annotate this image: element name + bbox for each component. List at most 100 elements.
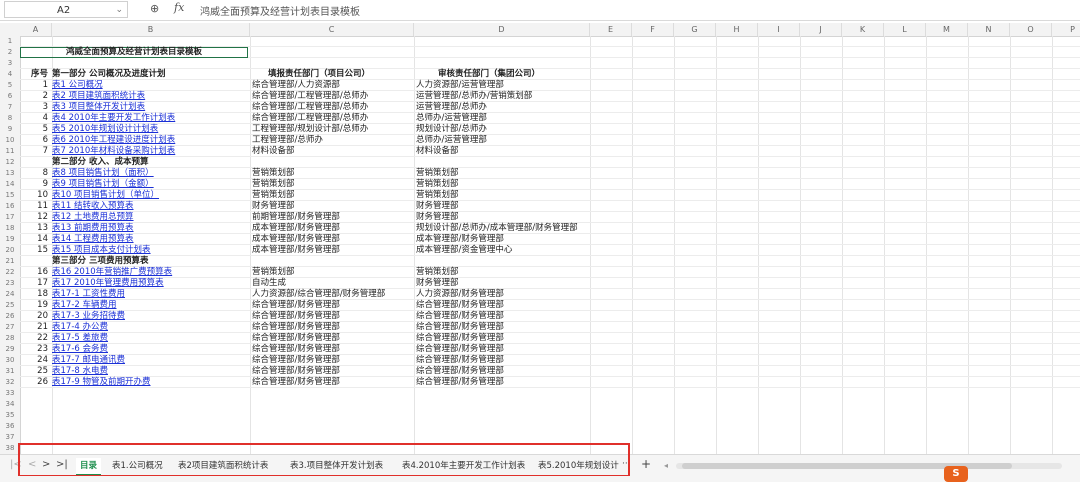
sheet-link[interactable]: 表15 项目成本支付计划表 (52, 245, 151, 256)
row-header[interactable]: 27 (0, 322, 20, 333)
row-header[interactable]: 5 (0, 80, 20, 91)
sheet-link[interactable]: 表6 2010年工程建设进度计划表 (52, 135, 175, 146)
sheet-grid[interactable]: 鸿威全面预算及经营计划表目录模板 序号 第一部分 公司概况及进度计划 填报责任部门（项… (20, 36, 1080, 454)
sheet-link[interactable]: 表17-2 车辆费用 (52, 300, 117, 311)
row-header[interactable]: 28 (0, 333, 20, 344)
row-header[interactable]: 7 (0, 102, 20, 113)
review-dept-cell: 规划设计部/总师办 (416, 124, 487, 134)
row-header[interactable]: 25 (0, 300, 20, 311)
row-header[interactable]: 21 (0, 256, 20, 267)
row-header[interactable]: 10 (0, 135, 20, 146)
row-header[interactable]: 33 (0, 388, 20, 399)
row-header[interactable]: 4 (0, 69, 20, 80)
row-header[interactable]: 31 (0, 366, 20, 377)
formula-content[interactable]: 鸿威全面预算及经营计划表目录模板 (200, 3, 360, 18)
column-header-l[interactable]: L (884, 23, 926, 36)
row-header[interactable]: 20 (0, 245, 20, 256)
sheet-link[interactable]: 表4 2010年主要开发工作计划表 (52, 113, 175, 124)
row-header[interactable]: 22 (0, 267, 20, 278)
row-header[interactable]: 9 (0, 124, 20, 135)
table-row: 第三部分 三项费用预算表 (20, 256, 1080, 267)
row-header[interactable]: 12 (0, 157, 20, 168)
sheet-link[interactable]: 表17-4 办公费 (52, 322, 108, 333)
column-header-k[interactable]: K (842, 23, 884, 36)
column-header-h[interactable]: H (716, 23, 758, 36)
row-header[interactable]: 34 (0, 399, 20, 410)
table-row: 2 表2 项目建筑面积统计表 综合管理部/工程管理部/总师办 运营管理部/总师办/营销… (20, 91, 1080, 102)
row-header[interactable]: 14 (0, 179, 20, 190)
sheet-link[interactable]: 表17-3 业务招待费 (52, 311, 125, 322)
row-header[interactable]: 16 (0, 201, 20, 212)
sheet-link[interactable]: 表16 2010年营销推广费预算表 (52, 267, 172, 278)
row-header[interactable]: 23 (0, 278, 20, 289)
table-row: 16 表16 2010年营销推广费预算表 营销策划部 营销策划部 (20, 267, 1080, 278)
horizontal-scrollbar[interactable] (676, 463, 1062, 469)
column-header-j[interactable]: J (800, 23, 842, 36)
column-header-c[interactable]: C (250, 23, 414, 36)
sheet-link[interactable]: 表12 土地费用总预算 (52, 212, 134, 223)
column-header-n[interactable]: N (968, 23, 1010, 36)
table-row: 25 表17-8 水电费 综合管理部/财务管理部 综合管理部/财务管理部 (20, 366, 1080, 377)
scroll-left-icon[interactable]: ◂ (664, 461, 668, 470)
row-header[interactable]: 19 (0, 234, 20, 245)
sheet-link[interactable]: 表17-9 物管及前期开办费 (52, 377, 151, 388)
sheet-link[interactable]: 表17-8 水电费 (52, 366, 108, 377)
table-row: 1 表1 公司概况 综合管理部/人力资源部 人力资源部/运营管理部 (20, 80, 1080, 91)
column-header-f[interactable]: F (632, 23, 674, 36)
review-dept-cell: 财务管理部 (416, 201, 459, 211)
column-header-p[interactable]: P (1052, 23, 1080, 36)
zoom-icon[interactable]: ⊕ (150, 2, 159, 15)
sheet-link[interactable]: 表8 项目销售计划（面积） (52, 168, 154, 179)
column-header-o[interactable]: O (1010, 23, 1052, 36)
sheet-link[interactable]: 表13 前期费用预算表 (52, 223, 134, 234)
sheet-link[interactable]: 表14 工程费用预算表 (52, 234, 134, 245)
row-header[interactable]: 11 (0, 146, 20, 157)
sheet-link[interactable]: 表17 2010年管理费用预算表 (52, 278, 164, 289)
row-header[interactable]: 1 (0, 36, 20, 47)
row-header[interactable]: 38 (0, 443, 20, 454)
row-header[interactable]: 15 (0, 190, 20, 201)
row-header[interactable]: 6 (0, 91, 20, 102)
sheet-link[interactable]: 表2 项目建筑面积统计表 (52, 91, 145, 102)
function-icon[interactable]: fx (174, 1, 184, 14)
row-header[interactable]: 29 (0, 344, 20, 355)
row-header[interactable]: 18 (0, 223, 20, 234)
row-header[interactable]: 26 (0, 311, 20, 322)
sheet-title-cell[interactable]: 鸿威全面预算及经营计划表目录模板 (20, 47, 248, 58)
column-header-g[interactable]: G (674, 23, 716, 36)
sheet-link[interactable]: 表11 结转收入预算表 (52, 201, 134, 212)
column-header-d[interactable]: D (414, 23, 590, 36)
column-header-b[interactable]: B (52, 23, 250, 36)
sheet-link[interactable]: 表17-7 邮电通讯费 (52, 355, 125, 366)
sheet-link[interactable]: 表5 2010年规划设计计划表 (52, 124, 158, 135)
row-header[interactable]: 30 (0, 355, 20, 366)
row-header[interactable]: 24 (0, 289, 20, 300)
table-row: 18 表17-1 工资性费用 人力资源部/综合管理部/财务管理部 人力资源部/财务管理… (20, 289, 1080, 300)
row-header[interactable]: 17 (0, 212, 20, 223)
name-box[interactable]: A2 ⌄ (4, 1, 128, 18)
row-header[interactable]: 13 (0, 168, 20, 179)
sheet-link[interactable]: 表17-5 差旅费 (52, 333, 108, 344)
column-header-m[interactable]: M (926, 23, 968, 36)
sheet-link[interactable]: 表17-6 会务费 (52, 344, 108, 355)
row-header[interactable]: 35 (0, 410, 20, 421)
column-header-i[interactable]: I (758, 23, 800, 36)
row-header[interactable]: 36 (0, 421, 20, 432)
column-header-a[interactable]: A (20, 23, 52, 36)
row-header[interactable]: 3 (0, 58, 20, 69)
row-header[interactable]: 32 (0, 377, 20, 388)
chevron-down-icon[interactable]: ⌄ (115, 2, 123, 19)
sheet-link[interactable]: 表17-1 工资性费用 (52, 289, 125, 300)
fill-dept-cell: 综合管理部/财务管理部 (252, 300, 340, 310)
column-header-e[interactable]: E (590, 23, 632, 36)
row-header[interactable]: 37 (0, 432, 20, 443)
row-header[interactable]: 8 (0, 113, 20, 124)
add-sheet-button[interactable]: + (641, 457, 651, 471)
section-title: 第二部分 收入、成本预算 (52, 157, 149, 167)
sheet-link[interactable]: 表7 2010年材料设备采购计划表 (52, 146, 175, 157)
sheet-link[interactable]: 表10 项目销售计划（单位） (52, 190, 159, 201)
sheet-link[interactable]: 表3 项目整体开发计划表 (52, 102, 145, 113)
sheet-link[interactable]: 表9 项目销售计划（金额） (52, 179, 154, 190)
sheet-link[interactable]: 表1 公司概况 (52, 80, 103, 91)
row-header[interactable]: 2 (0, 47, 20, 58)
